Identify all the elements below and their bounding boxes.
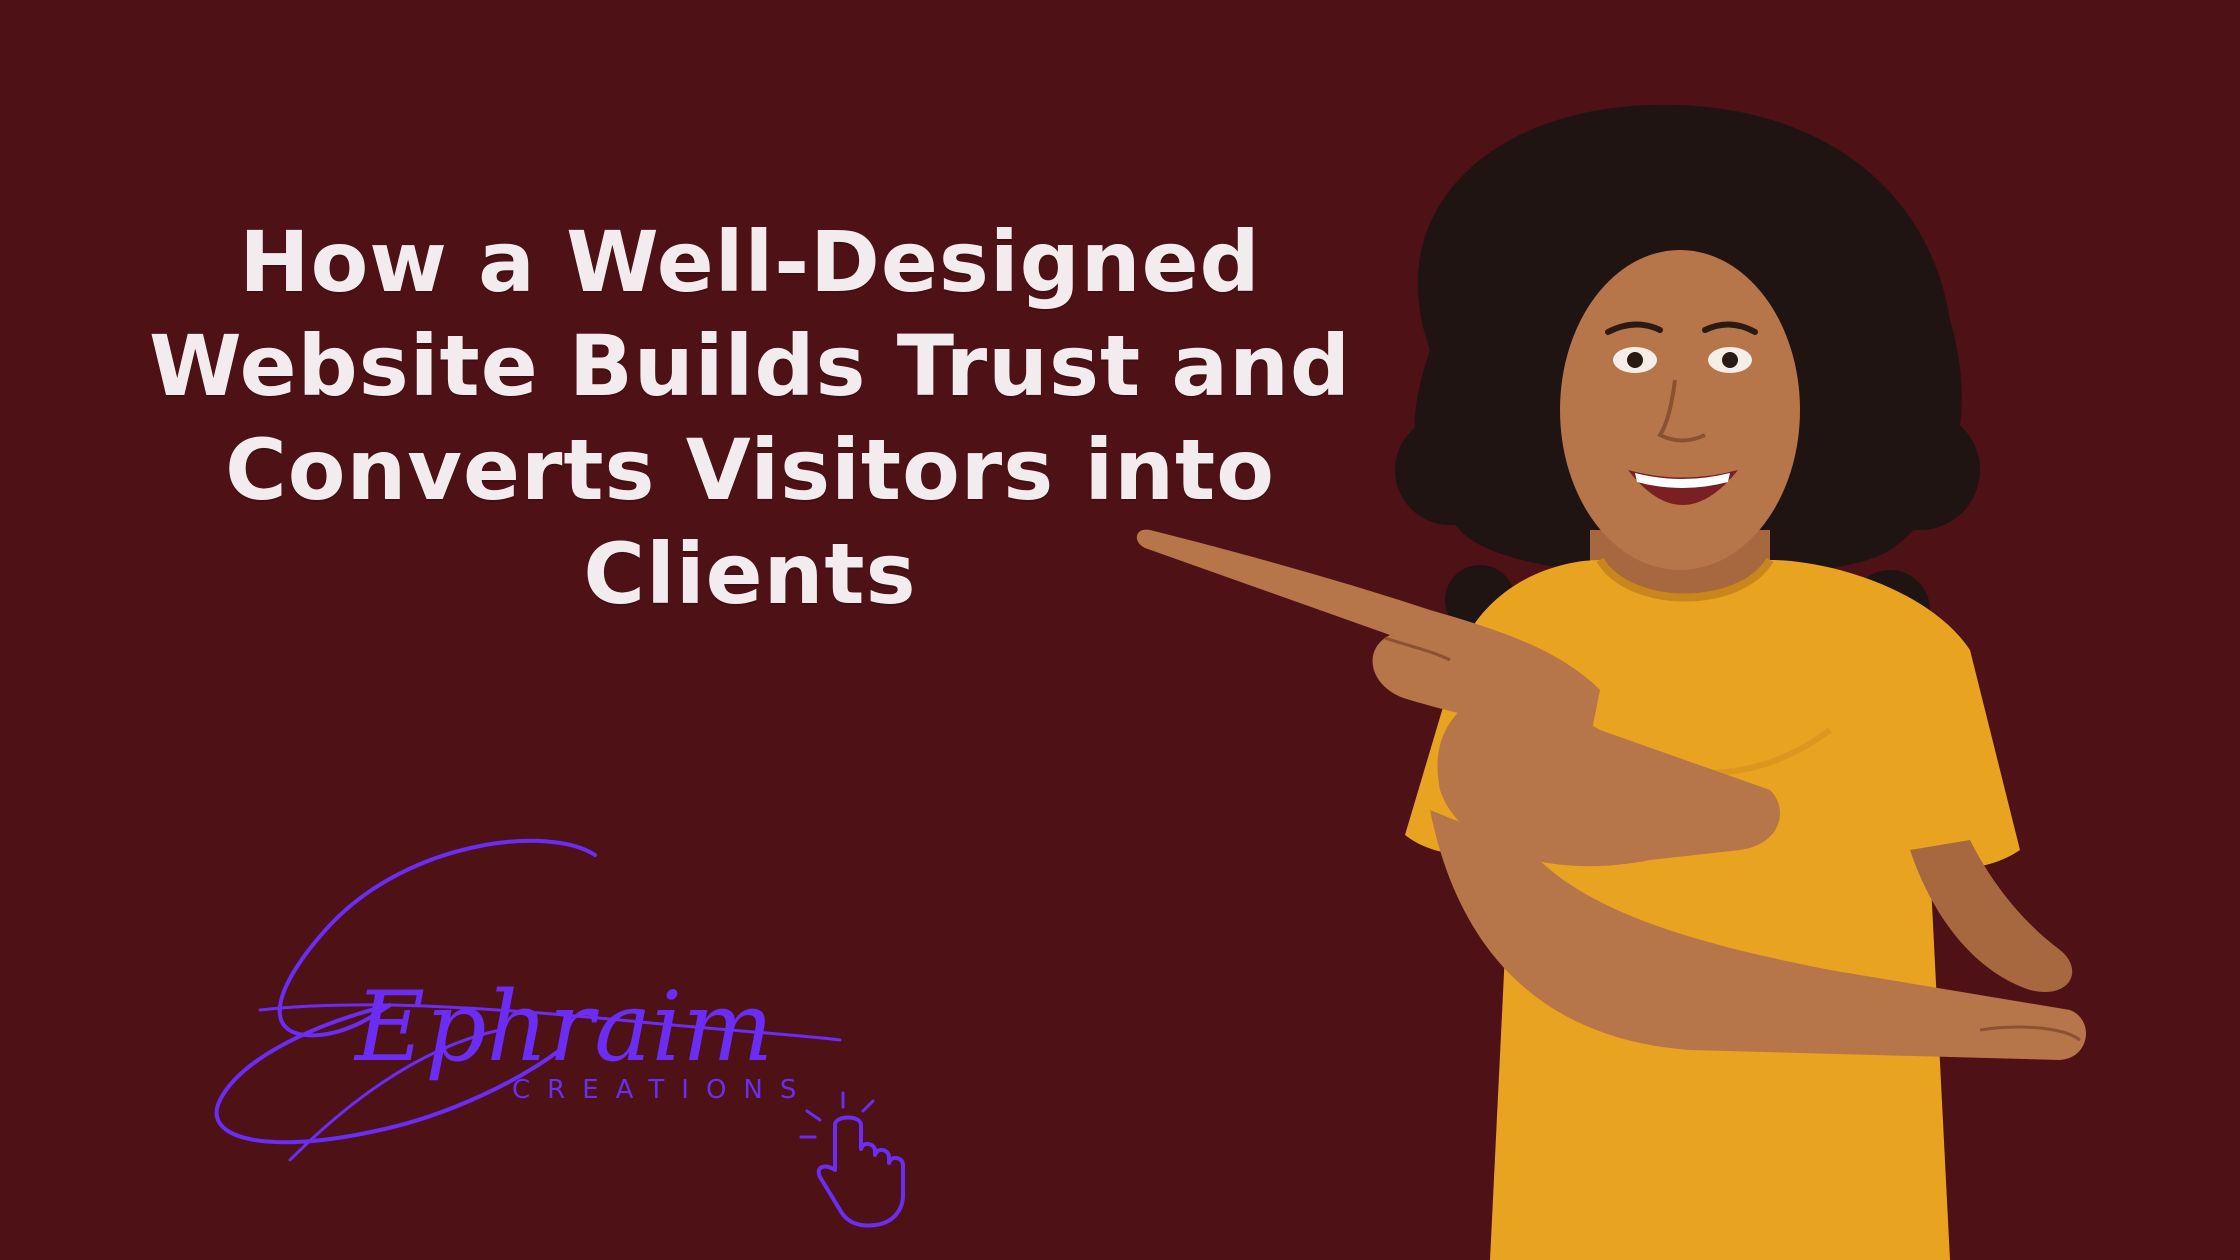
smiling-woman-pointing-image xyxy=(1130,90,2090,1260)
pointing-hand-click-icon xyxy=(799,1091,905,1228)
brand-subtitle: CREATIONS xyxy=(512,1075,814,1105)
brand-logo-mark: Ephraim xyxy=(214,838,905,1228)
banner: How a Well-Designed Website Builds Trust… xyxy=(0,0,2240,1260)
brand-wordmark: Ephraim xyxy=(353,971,773,1083)
brand-logo: Ephraim CREATIONS xyxy=(200,830,920,1228)
